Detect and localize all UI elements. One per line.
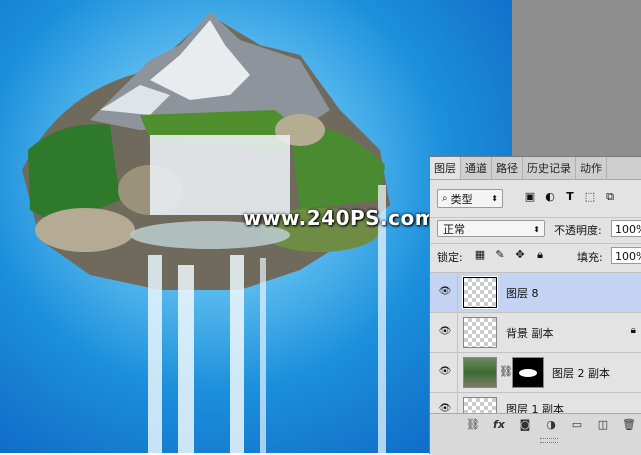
divider bbox=[457, 273, 458, 312]
divider bbox=[457, 353, 458, 392]
layer-name: 图层 8 bbox=[506, 287, 539, 300]
layer-row[interactable]: 👁︎ 图层 1 副本 bbox=[430, 392, 641, 414]
lock-icon: 🔒︎ bbox=[630, 325, 636, 336]
layer-thumbnail bbox=[463, 357, 497, 388]
layer-row[interactable]: 👁︎ 背景 副本 🔒︎ bbox=[430, 312, 641, 352]
chain-link-icon[interactable]: ⛓︎ bbox=[499, 365, 513, 378]
layer-mask-thumbnail[interactable] bbox=[512, 357, 544, 388]
new-layer-icon[interactable]: ◫ bbox=[596, 419, 610, 431]
tab-history[interactable]: 历史记录 bbox=[523, 157, 576, 179]
opacity-label: 不透明度: bbox=[554, 224, 602, 237]
fill-label: 填充: bbox=[577, 251, 603, 264]
new-group-icon[interactable]: ▭ bbox=[570, 419, 584, 431]
layer-thumbnail bbox=[463, 317, 497, 348]
filter-row: ⌕ 类型 ⬍ ▣ ◐ T ⬚ ⧉ bbox=[430, 187, 641, 211]
tab-layers[interactable]: 图层 bbox=[430, 157, 461, 179]
lock-all-icon[interactable]: 🔒︎ bbox=[534, 249, 546, 261]
layer-row[interactable]: 👁︎ 图层 8 bbox=[430, 272, 641, 312]
adjustment-filter-icon[interactable]: ◐ bbox=[544, 191, 556, 203]
search-icon: ⌕ bbox=[442, 193, 448, 204]
shape-filter-icon[interactable]: ⬚ bbox=[584, 191, 596, 203]
tab-actions[interactable]: 动作 bbox=[576, 157, 607, 179]
fx-icon[interactable]: fx bbox=[492, 419, 506, 431]
chevron-updown-icon: ⬍ bbox=[491, 194, 498, 203]
watermark-text: www.240PS.com bbox=[243, 206, 437, 230]
layers-panel: 图层 通道 路径 历史记录 动作 ⌕ 类型 ⬍ ▣ ◐ T ⬚ ⧉ 正常 ⬍ 不… bbox=[429, 156, 641, 455]
resize-grip[interactable] bbox=[540, 438, 558, 443]
lock-label: 锁定: bbox=[437, 251, 463, 264]
link-layers-icon[interactable]: ⛓︎ bbox=[466, 419, 480, 431]
chevron-updown-icon: ⬍ bbox=[533, 225, 540, 234]
smart-object-filter-icon[interactable]: ⧉ bbox=[604, 191, 616, 203]
lock-pixels-brush-icon[interactable]: ✎ bbox=[494, 249, 506, 261]
tab-paths[interactable]: 路径 bbox=[492, 157, 523, 179]
blend-mode-select[interactable]: 正常 ⬍ bbox=[437, 220, 545, 237]
add-mask-icon[interactable]: ◙ bbox=[518, 419, 532, 431]
layer-thumbnail bbox=[463, 397, 497, 414]
image-filter-icon[interactable]: ▣ bbox=[524, 191, 536, 203]
blend-row: 正常 ⬍ 不透明度: 100% bbox=[430, 217, 641, 240]
delete-layer-icon[interactable]: 🗑︎ bbox=[622, 419, 636, 431]
lock-transparency-icon[interactable]: ▦ bbox=[474, 249, 486, 261]
eye-icon[interactable]: 👁︎ bbox=[438, 286, 452, 298]
layer-row[interactable]: 👁︎ ⛓︎ 图层 2 副本 bbox=[430, 352, 641, 392]
kind-filter-label: 类型 bbox=[450, 192, 473, 206]
fill-field[interactable]: 100% bbox=[611, 247, 641, 264]
layer-name: 背景 副本 bbox=[506, 327, 554, 340]
lock-position-move-icon[interactable]: ✥ bbox=[514, 249, 526, 261]
opacity-field[interactable]: 100% bbox=[611, 220, 641, 237]
panel-footer: ⛓︎ fx ◙ ◑ ▭ ◫ 🗑︎ bbox=[430, 413, 641, 455]
adjustment-layer-icon[interactable]: ◑ bbox=[544, 419, 558, 431]
tab-channels[interactable]: 通道 bbox=[461, 157, 492, 179]
kind-filter-select[interactable]: ⌕ 类型 ⬍ bbox=[437, 189, 503, 208]
eye-icon[interactable]: 👁︎ bbox=[438, 326, 452, 338]
divider bbox=[457, 313, 458, 352]
layer-name: 图层 2 副本 bbox=[552, 367, 610, 380]
blend-mode-value: 正常 bbox=[443, 223, 465, 236]
eye-icon[interactable]: 👁︎ bbox=[438, 366, 452, 378]
layer-thumbnail bbox=[462, 276, 498, 309]
cloud-shape-icon bbox=[519, 369, 537, 377]
divider bbox=[457, 393, 458, 414]
lock-row: 锁定: ▦ ✎ ✥ 🔒︎ 填充: 100% bbox=[430, 243, 641, 268]
text-filter-icon[interactable]: T bbox=[564, 191, 576, 203]
panel-tabs: 图层 通道 路径 历史记录 动作 bbox=[430, 157, 641, 180]
